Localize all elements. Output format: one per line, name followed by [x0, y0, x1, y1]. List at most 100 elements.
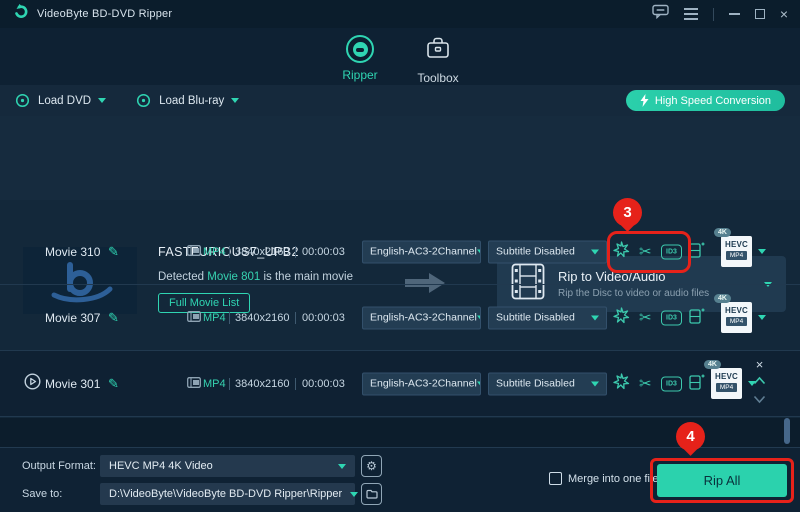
trim-scissors-icon[interactable]: ✂ — [639, 310, 652, 325]
divider — [295, 378, 296, 390]
load-dvd-button[interactable]: Load DVD — [15, 93, 106, 109]
audio-track-select[interactable]: English-AC3-2Channel — [362, 306, 481, 329]
rename-pencil-icon[interactable]: ✎ — [108, 376, 119, 392]
caret-down-icon — [477, 249, 481, 254]
output-format-badge[interactable]: 4K HEVCMP4 — [714, 236, 768, 268]
save-path-select[interactable]: D:\VideoByte\VideoByte BD-DVD Ripper\Rip… — [100, 483, 355, 505]
format-settings-button[interactable]: ⚙ — [361, 455, 382, 477]
id3-tag-icon[interactable]: ID3 — [661, 310, 682, 325]
window-title: VideoByte BD-DVD Ripper — [37, 8, 172, 20]
menu-icon[interactable] — [684, 8, 698, 20]
open-folder-button[interactable] — [361, 483, 382, 505]
id3-tag-icon[interactable]: ID3 — [661, 376, 682, 391]
move-up-icon[interactable] — [753, 372, 766, 390]
caret-down-icon[interactable] — [758, 315, 766, 320]
tab-ripper-label: Ripper — [342, 68, 377, 82]
effects-wand-icon[interactable] — [613, 373, 630, 395]
compress-video-icon[interactable] — [689, 307, 705, 329]
tab-ripper[interactable]: Ripper — [328, 35, 392, 82]
toolbox-icon — [425, 35, 451, 66]
titlebar-divider — [713, 8, 714, 21]
caret-down-icon — [591, 249, 599, 254]
movie-row[interactable]: Movie 307 ✎ MP4 3840x2160 00:00:03 Engli… — [0, 285, 800, 351]
tab-toolbox-label: Toolbox — [417, 71, 458, 85]
compress-video-icon[interactable] — [689, 373, 705, 395]
titlebar: VideoByte BD-DVD Ripper × — [0, 0, 800, 28]
subtitle-select[interactable]: Subtitle Disabled — [488, 240, 607, 263]
trim-scissors-icon[interactable]: ✂ — [639, 244, 652, 259]
high-speed-label: High Speed Conversion — [655, 95, 771, 107]
annotation-step3-badge: 3 — [613, 198, 642, 227]
annotation-step4-badge: 4 — [676, 422, 705, 451]
video-file-icon — [187, 375, 201, 393]
subtitle-select[interactable]: Subtitle Disabled — [488, 372, 607, 395]
high-speed-conversion-button[interactable]: High Speed Conversion — [626, 90, 785, 111]
compress-video-icon[interactable] — [689, 241, 705, 263]
close-icon[interactable]: × — [780, 7, 788, 21]
video-file-icon — [187, 309, 201, 327]
caret-down-icon — [350, 492, 358, 497]
resolution: 3840x2160 — [235, 312, 289, 324]
caret-down-icon — [338, 464, 346, 469]
effects-wand-icon[interactable] — [613, 307, 630, 329]
video-file-icon — [187, 243, 201, 261]
output-format-badge[interactable]: 4K HEVCMP4 — [714, 302, 768, 334]
merge-checkbox-label: Merge into one file — [568, 473, 659, 485]
load-bluray-button[interactable]: Load Blu-ray — [136, 93, 239, 109]
tabbar: Ripper Toolbox — [0, 28, 800, 85]
duration: 00:00:03 — [302, 246, 345, 258]
movie-title: Movie 307 — [45, 311, 100, 325]
bluray-disc-icon — [136, 93, 152, 109]
scrollbar-thumb[interactable] — [784, 418, 790, 444]
audio-track-select[interactable]: English-AC3-2Channel — [362, 240, 481, 263]
row-reorder-controls: × — [753, 358, 766, 409]
effects-wand-icon[interactable] — [613, 241, 630, 263]
move-down-icon[interactable] — [753, 391, 766, 409]
movie-title: Movie 301 — [45, 377, 100, 391]
divider — [229, 312, 230, 324]
save-to-label: Save to: — [22, 488, 62, 500]
quality-badge: 4K — [714, 294, 731, 303]
merge-checkbox[interactable] — [549, 472, 562, 485]
minimize-icon[interactable] — [729, 13, 740, 15]
resolution: 3840x2160 — [235, 378, 289, 390]
resolution: 3840x2160 — [235, 246, 289, 258]
duration: 00:00:03 — [302, 312, 345, 324]
remove-row-icon[interactable]: × — [756, 358, 764, 371]
movie-row-selected[interactable]: Movie 301 ✎ MP4 3840x2160 00:00:03 Engli… — [0, 351, 800, 417]
toolbar: Load DVD Load Blu-ray High Speed Convers… — [0, 85, 800, 116]
divider — [295, 246, 296, 258]
gear-icon: ⚙ — [366, 459, 377, 473]
play-icon[interactable] — [24, 373, 41, 395]
folder-icon — [366, 489, 378, 499]
rip-all-button[interactable]: Rip All — [657, 464, 787, 497]
quality-badge: 4K — [704, 360, 721, 369]
lightning-icon — [640, 94, 649, 107]
movie-title: Movie 310 — [45, 245, 100, 259]
rename-pencil-icon[interactable]: ✎ — [108, 244, 119, 260]
caret-down-icon — [98, 98, 106, 103]
divider — [229, 246, 230, 258]
output-format-select[interactable]: HEVC MP4 4K Video — [100, 455, 355, 477]
caret-down-icon — [591, 315, 599, 320]
ripper-tab-icon — [346, 35, 374, 63]
trim-scissors-icon[interactable]: ✂ — [639, 376, 652, 391]
audio-track-select[interactable]: English-AC3-2Channel — [362, 372, 481, 395]
app-window: VideoByte BD-DVD Ripper × Ripper Toolbox — [0, 0, 800, 512]
subtitle-select[interactable]: Subtitle Disabled — [488, 306, 607, 329]
caret-down-icon — [231, 98, 239, 103]
id3-tag-icon[interactable]: ID3 — [661, 244, 682, 259]
output-format-badge[interactable]: 4K HEVCMP4 — [704, 368, 758, 400]
divider — [229, 378, 230, 390]
tab-toolbox[interactable]: Toolbox — [406, 35, 470, 85]
app-logo-icon — [12, 3, 29, 25]
caret-down-icon[interactable] — [758, 249, 766, 254]
load-dvd-label: Load DVD — [38, 95, 91, 107]
feedback-icon[interactable] — [652, 4, 669, 24]
caret-down-icon — [477, 315, 481, 320]
duration: 00:00:03 — [302, 378, 345, 390]
rename-pencil-icon[interactable]: ✎ — [108, 310, 119, 326]
maximize-icon[interactable] — [755, 9, 765, 19]
movie-row[interactable]: Movie 310 ✎ MP4 3840x2160 00:00:03 Engli… — [0, 219, 800, 285]
caret-down-icon — [591, 381, 599, 386]
